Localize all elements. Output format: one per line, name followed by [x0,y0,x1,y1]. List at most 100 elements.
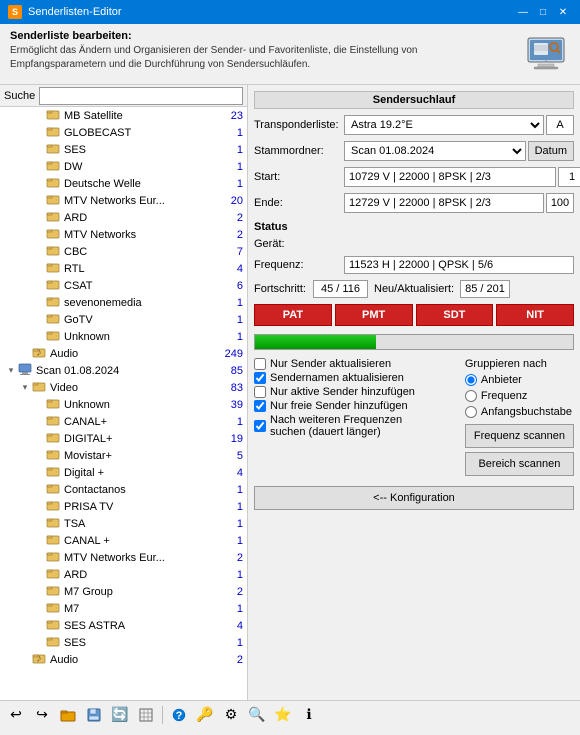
info-button[interactable]: ℹ [297,704,321,726]
start-spin-input[interactable] [558,167,580,187]
radio-anfang[interactable] [465,406,477,418]
tree-item[interactable]: CANAL +1 [0,532,247,549]
pmt-button[interactable]: PMT [335,304,413,326]
radio-anbieter[interactable] [465,374,477,386]
tree-item[interactable]: M71 [0,600,247,617]
tree-item-count: 1 [227,569,247,581]
tree-item[interactable]: CANAL+1 [0,413,247,430]
tree-item[interactable]: Movistar+5 [0,447,247,464]
tree-item-count: 2 [227,654,247,666]
tree-item[interactable]: PRISA TV1 [0,498,247,515]
frequenz-scannen-button[interactable]: Frequenz scannen [465,424,574,448]
tree-item[interactable]: TSA1 [0,515,247,532]
folder-icon [46,244,60,259]
pat-button[interactable]: PAT [254,304,332,326]
tree-item[interactable]: MTV Networks Eur...2 [0,549,247,566]
settings-button[interactable]: ⚙ [219,704,243,726]
tree-item[interactable]: Unknown1 [0,328,247,345]
tree-item[interactable]: SES ASTRA4 [0,617,247,634]
start-input[interactable] [344,167,556,187]
tree-item-label: GoTV [62,314,227,326]
cb-nur-freie[interactable] [254,400,266,412]
tree-item[interactable]: ▾Video83 [0,379,247,396]
tree-item[interactable]: M7 Group2 [0,583,247,600]
radio-frequenz[interactable] [465,390,477,402]
tree-item[interactable]: ▾Scan 01.08.202485 [0,362,247,379]
folder-icon [46,584,60,599]
tree-item[interactable]: MTV Networks2 [0,226,247,243]
tree-item[interactable]: Deutsche Welle1 [0,175,247,192]
tree-item-label: Video [48,382,227,394]
minimize-button[interactable]: — [514,4,532,20]
tree-item[interactable]: ♪Audio2 [0,651,247,668]
tree-item[interactable]: MB Satellite23 [0,107,247,124]
ende-label: Ende: [254,197,344,209]
tree-item[interactable]: Contactanos1 [0,481,247,498]
header-title: Senderliste bearbeiten: [10,30,522,42]
left-panel: Suche MB Satellite23 GLOBECAST1 SES1 DW1… [0,85,248,700]
open-button[interactable] [56,704,80,726]
cb-weitere[interactable] [254,420,266,432]
help-icon: ? [172,708,186,722]
star-button[interactable]: ⭐ [271,704,295,726]
tree-item-count: 1 [227,484,247,496]
help-button[interactable]: ? [167,704,191,726]
tree-item[interactable]: CBC7 [0,243,247,260]
stammordner-select[interactable]: Scan 01.08.2024 [344,141,526,161]
nit-button[interactable]: NIT [496,304,574,326]
close-button[interactable]: ✕ [554,4,572,20]
ende-input[interactable] [344,193,544,213]
search2-button[interactable]: 🔍 [245,704,269,726]
key-button[interactable]: 🔑 [193,704,217,726]
undo-button[interactable]: ↩ [4,704,28,726]
folder-icon [46,176,60,191]
folder-icon [46,618,60,633]
transponder-row: Transponderliste: Astra 19.2°E A [254,115,574,135]
header-icon [522,30,570,78]
save-button[interactable] [82,704,106,726]
cb-nur-sender[interactable] [254,358,266,370]
tree-item[interactable]: CSAT6 [0,277,247,294]
tree-item[interactable]: Digital +4 [0,464,247,481]
tree-item[interactable]: ARD2 [0,209,247,226]
start-row: Start: [254,167,574,187]
radio-frequenz-row: Frequenz [465,390,574,402]
tree-item-label: CSAT [62,280,227,292]
tree-item[interactable]: SES1 [0,141,247,158]
tree-item[interactable]: DIGITAL+19 [0,430,247,447]
datum-button[interactable]: Datum [528,141,574,161]
folder-icon [46,550,60,565]
bereich-scannen-button[interactable]: Bereich scannen [465,452,574,476]
radio-anfang-row: Anfangsbuchstabe [465,406,574,418]
tree-item[interactable]: RTL4 [0,260,247,277]
tree-item-label: Movistar+ [62,450,227,462]
tree-item-label: DIGITAL+ [62,433,227,445]
tree-item[interactable]: GoTV1 [0,311,247,328]
sdt-button[interactable]: SDT [416,304,494,326]
refresh-button[interactable]: 🔄 [108,704,132,726]
tree-item[interactable]: sevenonemedia1 [0,294,247,311]
tree-item[interactable]: ♪Audio249 [0,345,247,362]
tree-item-count: 2 [227,552,247,564]
redo-button[interactable]: ↪ [30,704,54,726]
tree-item[interactable]: ARD1 [0,566,247,583]
transponder-select[interactable]: Astra 19.2°E [344,115,544,135]
folder-icon [46,227,60,242]
save-icon [87,708,101,722]
tree-item[interactable]: SES1 [0,634,247,651]
tree-item[interactable]: DW1 [0,158,247,175]
tree-item[interactable]: GLOBECAST1 [0,124,247,141]
table-button[interactable] [134,704,158,726]
folder-icon [46,159,60,174]
cb-sendernamen[interactable] [254,372,266,384]
ende-spin-input[interactable] [546,193,574,213]
cb-nur-aktive[interactable] [254,386,266,398]
fortschritt-row: Fortschritt: 45 / 116 Neu/Aktualisiert: … [254,280,574,298]
konfiguration-button[interactable]: <-- Konfiguration [254,486,574,510]
maximize-button[interactable]: □ [534,4,552,20]
folder-icon [46,125,60,140]
toolbar-separator-1 [162,706,163,724]
search-input[interactable] [39,87,243,105]
tree-item[interactable]: Unknown39 [0,396,247,413]
tree-item[interactable]: MTV Networks Eur...20 [0,192,247,209]
